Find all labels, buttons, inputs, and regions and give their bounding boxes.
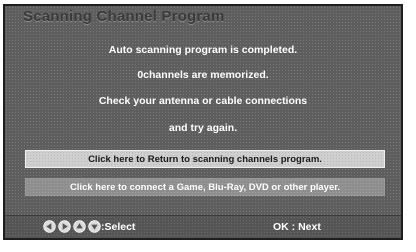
status-message-check-antenna: Check your antenna or cable connections — [98, 95, 308, 107]
down-arrow-icon — [88, 220, 101, 233]
status-message-try-again: and try again. — [168, 122, 238, 134]
status-message-completed: Auto scanning program is completed. — [108, 44, 298, 56]
ok-next-hint: OK : Next — [273, 221, 321, 233]
dialog-title: Scanning Channel Program — [23, 8, 225, 25]
connect-external-player-button[interactable]: Click here to connect a Game, Blu-Ray, D… — [25, 178, 385, 196]
up-arrow-icon — [73, 220, 86, 233]
return-to-scanning-button[interactable]: Click here to Return to scanning channel… — [25, 150, 385, 168]
right-arrow-icon — [58, 220, 71, 233]
tv-screen: Scanning Channel Program Auto scanning p… — [0, 0, 416, 252]
status-message-channel-count: 0channels are memorized. — [137, 69, 269, 81]
select-hint: :Select — [101, 221, 136, 233]
left-arrow-icon — [43, 220, 56, 233]
footer-bar: :Select OK : Next — [5, 215, 401, 238]
navigation-arrows — [43, 220, 101, 233]
scanning-dialog: Scanning Channel Program Auto scanning p… — [3, 4, 403, 240]
